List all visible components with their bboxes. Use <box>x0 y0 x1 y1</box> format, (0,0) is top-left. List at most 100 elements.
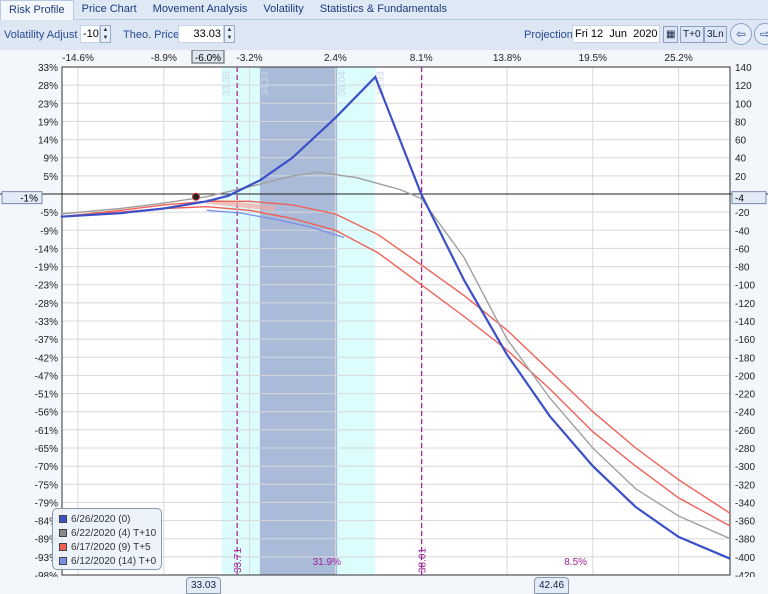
y-tick-right-label: -180 <box>735 353 755 364</box>
y-tick-right-label: 80 <box>735 117 747 128</box>
y-tick-right-label: -360 <box>735 517 755 528</box>
toolbar: Volatility Adjust -10 ▲ ▼ Theo. Price 33.… <box>0 20 768 50</box>
probability-label: 31.9% <box>313 557 341 568</box>
top-pct-tick-label: -14.6% <box>62 53 94 64</box>
y-tick-left-label: -47% <box>35 371 58 382</box>
y-tick-right-label: -160 <box>735 335 755 346</box>
y-tick-right-label: -80 <box>735 263 750 274</box>
y-tick-left-label: -33% <box>35 317 58 328</box>
legend-item[interactable]: 6/17/2020 (9) T+5 <box>59 540 161 554</box>
price-marker-2[interactable]: 42.46 <box>534 577 570 594</box>
top-pct-tick-label: -8.9% <box>151 53 177 64</box>
band-edge-label: 34.24 <box>260 71 271 96</box>
tab-risk-profile[interactable]: Risk Profile <box>0 0 74 20</box>
y-tick-right-label: 100 <box>735 99 752 110</box>
y-tick-right-label: -140 <box>735 317 755 328</box>
y-tick-right-label: 140 <box>735 63 752 74</box>
y-tick-right-label: -380 <box>735 535 755 546</box>
y-tick-right-label: -320 <box>735 480 755 491</box>
y-tick-right-label: -120 <box>735 299 755 310</box>
tab-price-chart[interactable]: Price Chart <box>74 0 145 20</box>
y-tick-right-label: -400 <box>735 553 755 564</box>
y-tick-left-label: 28% <box>38 81 58 92</box>
y-tick-right-label: -100 <box>735 281 755 292</box>
y-tick-left-label: 9% <box>44 154 59 165</box>
y-tick-left-label: -5% <box>40 208 58 219</box>
y-tick-right-label: 60 <box>735 136 747 147</box>
legend-swatch <box>59 529 67 537</box>
probability-label: 8.5% <box>564 557 587 568</box>
legend-label: 6/22/2020 (4) T+10 <box>71 527 157 539</box>
top-pct-tick-label: 2.4% <box>324 53 347 64</box>
y-tick-right-label: -20 <box>735 208 750 219</box>
tab-statistics[interactable]: Statistics & Fundamentals <box>312 0 455 20</box>
current-price-marker <box>191 192 200 201</box>
y-tick-right-label: -60 <box>735 244 750 255</box>
theo-price-marker[interactable]: 33.03 <box>186 577 222 594</box>
y-tick-left-label: -23% <box>35 281 58 292</box>
y-tick-right-label: -40 <box>735 226 750 237</box>
legend-label: 6/26/2020 (0) <box>71 513 131 525</box>
y-tick-right-label: -240 <box>735 408 755 419</box>
tab-movement-analysis[interactable]: Movement Analysis <box>145 0 256 20</box>
breakeven-label: 33.71 <box>233 548 244 573</box>
arrow-right-icon[interactable]: ⇨ <box>754 23 768 45</box>
top-pct-tick-label: 8.1% <box>410 53 433 64</box>
breakeven-label: 38.01 <box>418 548 429 573</box>
y-tick-left-label: -75% <box>35 480 58 491</box>
band-edge-label: 36.04 <box>337 71 348 96</box>
3ln-button[interactable]: 3Ln <box>704 26 727 43</box>
legend-item[interactable]: 6/12/2020 (14) T+0 <box>59 554 161 568</box>
y-tick-left-label: 14% <box>38 136 58 147</box>
y-tick-left-label: -56% <box>35 408 58 419</box>
legend-swatch <box>59 557 67 565</box>
legend-item[interactable]: 6/22/2020 (4) T+10 <box>59 526 161 540</box>
y-tick-right-label: -300 <box>735 462 755 473</box>
volatility-adjust-stepper[interactable]: ▲ ▼ <box>100 25 111 43</box>
t0-button[interactable]: T+0 <box>680 26 704 43</box>
y-tick-right-label: -260 <box>735 426 755 437</box>
legend-swatch <box>59 515 67 523</box>
y-tick-left-label: 23% <box>38 99 58 110</box>
legend-label: 6/12/2020 (14) T+0 <box>71 555 157 567</box>
volatility-adjust-label: Volatility Adjust <box>4 29 78 41</box>
y-tick-left-label: -51% <box>35 390 58 401</box>
theo-price-input[interactable]: 33.03 <box>178 25 224 43</box>
y-tick-right-label: 20 <box>735 172 747 183</box>
top-pct-tick-label: 13.8% <box>493 53 521 64</box>
band-edge-label: 33.35 <box>222 71 233 96</box>
y-tick-right-label: -280 <box>735 444 755 455</box>
y-tick-right-label: 40 <box>735 154 747 165</box>
y-tick-left-label: -61% <box>35 426 58 437</box>
legend-label: 6/17/2020 (9) T+5 <box>71 541 151 553</box>
y-tick-left-label: 5% <box>44 172 59 183</box>
tab-volatility[interactable]: Volatility <box>255 0 311 20</box>
top-pct-tick-label: 25.2% <box>664 53 692 64</box>
theo-price-label: Theo. Price <box>123 29 180 41</box>
y-tick-right-label: -220 <box>735 390 755 401</box>
y-tick-right-label: -200 <box>735 371 755 382</box>
projection-label: Projection <box>524 29 573 41</box>
legend-swatch <box>59 543 67 551</box>
legend-item[interactable]: 6/26/2020 (0) <box>59 512 161 526</box>
top-pct-tick-label: -3.2% <box>237 53 263 64</box>
current-right-label: -4 <box>735 194 744 205</box>
calendar-icon[interactable]: ▦ <box>663 26 678 43</box>
chart-legend: 6/26/2020 (0) 6/22/2020 (4) T+10 6/17/20… <box>52 508 162 570</box>
top-pct-tick-label: 19.5% <box>579 53 607 64</box>
y-tick-left-label: -65% <box>35 444 58 455</box>
current-left-label: -1% <box>20 194 38 205</box>
y-tick-left-label: -37% <box>35 335 58 346</box>
y-tick-left-label: -19% <box>35 263 58 274</box>
current-top-label: -6.0% <box>195 53 221 64</box>
projection-date-input[interactable]: Fri 12 Jun 2020 <box>572 25 660 43</box>
x-axis-strip <box>0 577 768 594</box>
y-tick-right-label: -340 <box>735 498 755 509</box>
volatility-adjust-input[interactable]: -10 <box>80 25 100 43</box>
y-tick-right-label: 120 <box>735 81 752 92</box>
y-tick-left-label: 19% <box>38 117 58 128</box>
theo-price-stepper[interactable]: ▲ ▼ <box>224 25 235 43</box>
y-tick-left-label: 33% <box>38 63 58 74</box>
y-tick-left-label: -9% <box>40 226 58 237</box>
arrow-left-icon[interactable]: ⇦ <box>730 23 752 45</box>
